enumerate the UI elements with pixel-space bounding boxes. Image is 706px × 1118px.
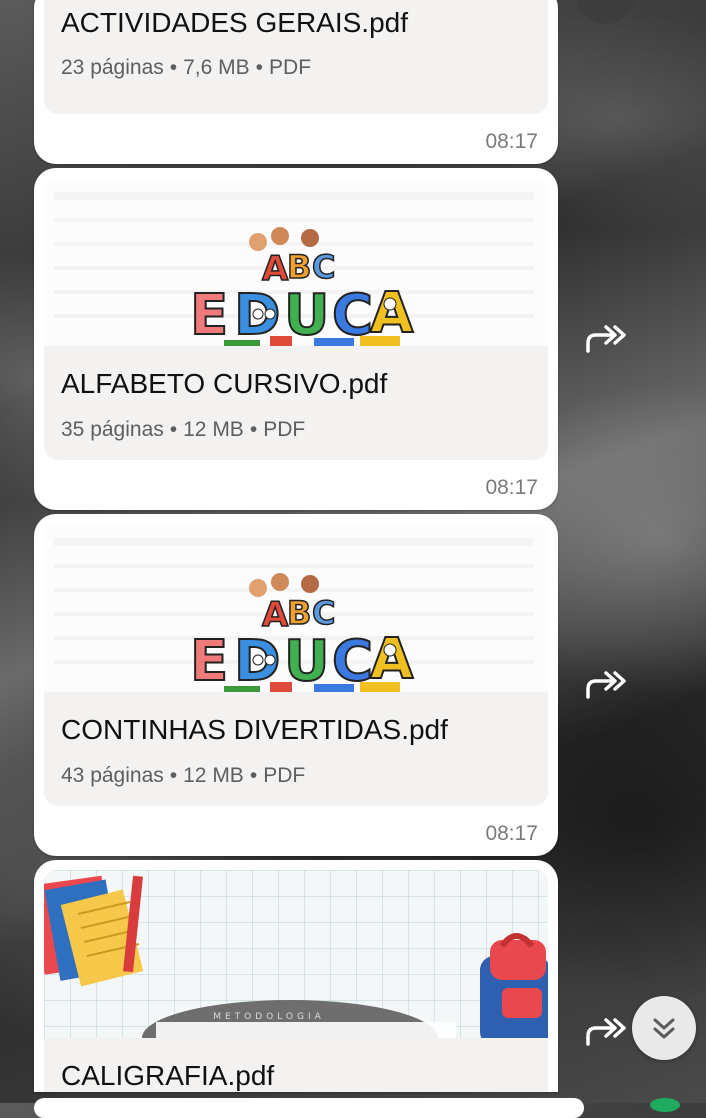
scroll-to-bottom-button[interactable]: [632, 996, 696, 1060]
document-file-name: ALFABETO CURSIVO.pdf: [61, 368, 388, 399]
forward-icon[interactable]: [584, 325, 628, 353]
metodologia-label: METODOLOGIA: [213, 1012, 325, 1022]
document-preview[interactable]: A B C E D U C A: [44, 524, 548, 692]
unread-indicator: [650, 1098, 680, 1112]
document-card[interactable]: CALIGRAFIA.pdf: [44, 1038, 548, 1092]
svg-text:B: B: [287, 248, 311, 286]
abc-educa-kids-logo: A B C E D U C A: [44, 524, 548, 692]
document-preview[interactable]: METODOLOGIA: [44, 870, 548, 1038]
forward-icon[interactable]: [584, 671, 628, 699]
document-message[interactable]: A B C E D U C A ALFABETO CURSIVO.pdf 35 …: [34, 168, 558, 510]
file-size: 7,6 MB: [183, 56, 250, 79]
document-file-name: CONTINHAS DIVERTIDAS.pdf: [61, 714, 448, 745]
document-message[interactable]: A B C E D U C A CONTINHAS DIVERTIDAS.pdf…: [34, 514, 558, 856]
svg-text:C: C: [312, 594, 335, 632]
abc-educa-kids-logo: A B C E D U C A: [44, 178, 548, 346]
page-count: 35 páginas: [61, 418, 164, 441]
page-count: 23 páginas: [61, 56, 164, 79]
double-chevron-down-icon: [653, 1018, 675, 1039]
message-time: 08:17: [485, 476, 538, 499]
svg-text:B: B: [287, 594, 311, 632]
document-preview[interactable]: A B C E D U C A: [44, 178, 548, 346]
svg-text:E: E: [190, 629, 228, 692]
file-size: 12 MB: [183, 418, 244, 441]
page-count: 43 páginas: [61, 764, 164, 787]
document-meta: 23 páginas • 7,6 MB • PDF: [61, 56, 312, 79]
document-meta: 35 páginas • 12 MB • PDF: [61, 418, 306, 441]
partial-forward-button[interactable]: [578, 0, 634, 24]
document-card[interactable]: CONTINHAS DIVERTIDAS.pdf 43 páginas • 12 M…: [44, 692, 548, 806]
document-file-name: CALIGRAFIA.pdf: [61, 1060, 275, 1091]
message-time: 08:17: [485, 130, 538, 153]
document-card[interactable]: ACTIVIDADES GERAIS.pdf 23 páginas • 7,6 MB…: [44, 0, 548, 114]
document-file-name: ACTIVIDADES GERAIS.pdf: [61, 7, 408, 38]
svg-text:E: E: [190, 283, 228, 346]
next-message-edge: [34, 1098, 584, 1118]
document-card[interactable]: ALFABETO CURSIVO.pdf 35 páginas • 12 MB • PD…: [44, 346, 548, 460]
file-type: PDF: [263, 418, 306, 441]
document-meta: 43 páginas • 12 MB • PDF: [61, 764, 306, 787]
file-type: PDF: [269, 56, 312, 79]
svg-text:C: C: [312, 248, 335, 286]
forward-icon[interactable]: [584, 1018, 628, 1046]
document-message[interactable]: METODOLOGIA CALIGRAFIA.pdf: [34, 860, 558, 1092]
message-time: 08:17: [485, 822, 538, 845]
document-message[interactable]: ACTIVIDADES GERAIS.pdf 23 páginas • 7,6 MB…: [34, 0, 558, 164]
file-size: 12 MB: [183, 764, 244, 787]
file-type: PDF: [263, 764, 306, 787]
